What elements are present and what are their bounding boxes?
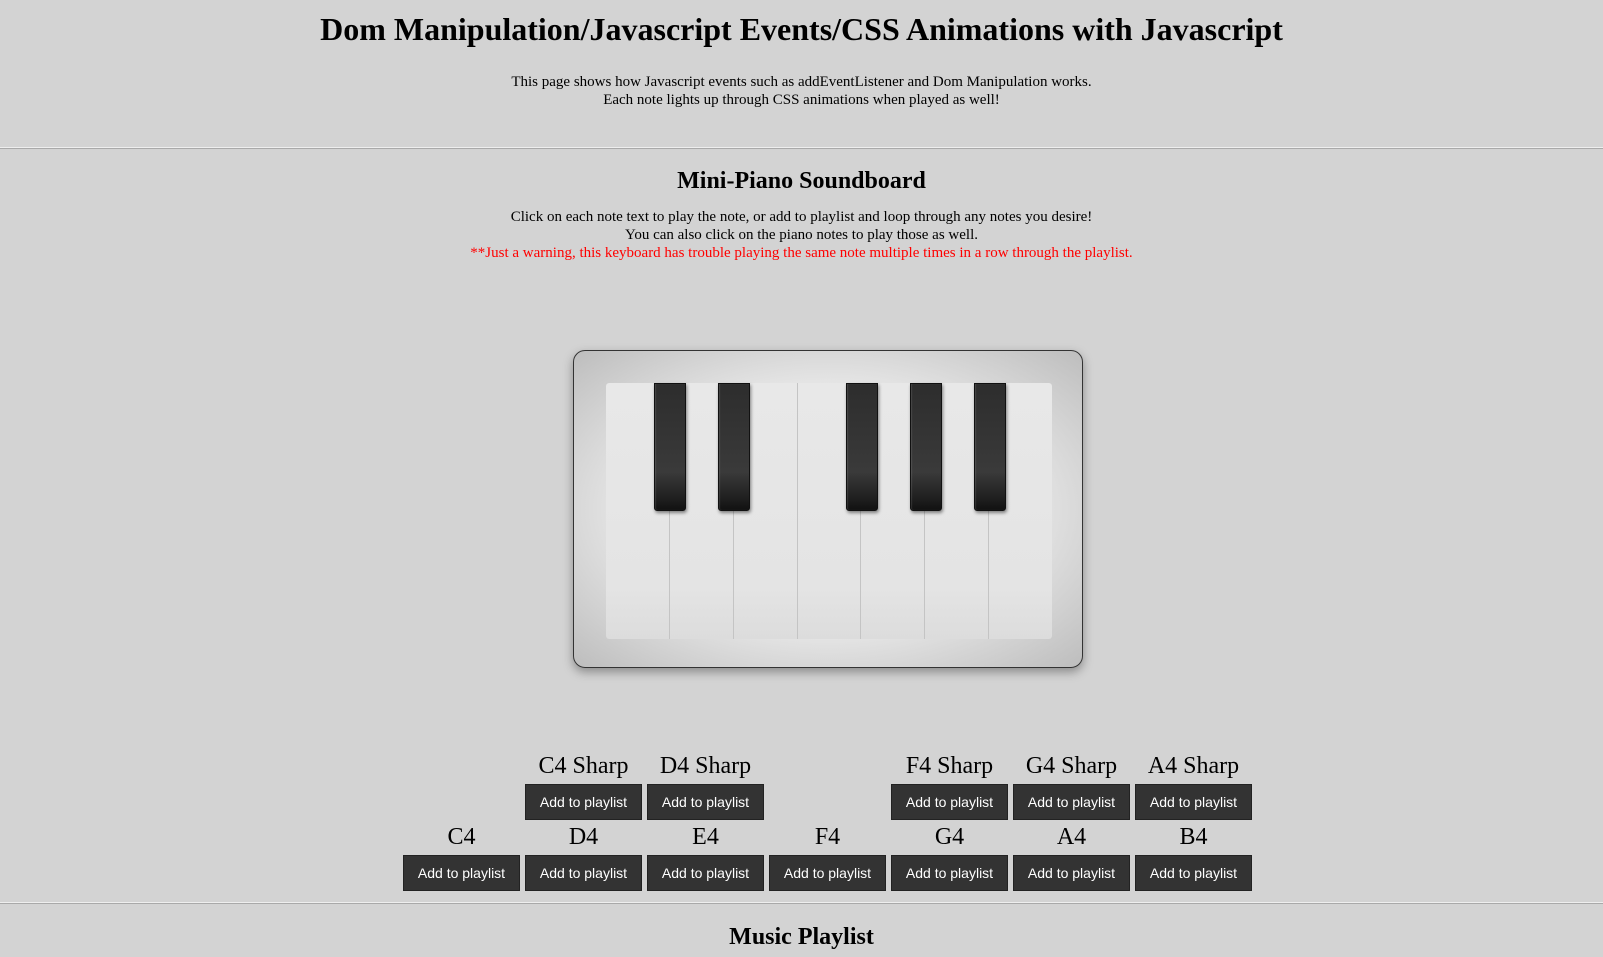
note-label-c4-sharp[interactable]: C4 Sharp (525, 752, 642, 780)
piano-key-c4-sharp[interactable] (654, 383, 686, 511)
note-b4: B4 Add to playlist (1135, 823, 1252, 891)
note-label-g4[interactable]: G4 (891, 823, 1008, 851)
page-header: Dom Manipulation/Javascript Events/CSS A… (0, 0, 1603, 147)
note-d4: D4 Add to playlist (525, 823, 642, 891)
soundboard-title: Mini-Piano Soundboard (677, 168, 926, 194)
add-to-playlist-d4-sharp-button[interactable]: Add to playlist (647, 784, 764, 820)
note-label-e4[interactable]: E4 (647, 823, 764, 851)
note-label-f4-sharp[interactable]: F4 Sharp (891, 752, 1008, 780)
description-line-1: This page shows how Javascript events su… (511, 74, 1092, 90)
note-a4-sharp: A4 Sharp Add to playlist (1135, 752, 1252, 820)
playlist-divider (0, 902, 1603, 904)
add-to-playlist-g4-sharp-button[interactable]: Add to playlist (1013, 784, 1130, 820)
piano-key-g4-sharp[interactable] (910, 383, 942, 511)
note-label-b4[interactable]: B4 (1135, 823, 1252, 851)
add-to-playlist-c4-sharp-button[interactable]: Add to playlist (525, 784, 642, 820)
note-f4-sharp: F4 Sharp Add to playlist (891, 752, 1008, 820)
add-to-playlist-a4-button[interactable]: Add to playlist (1013, 855, 1130, 891)
note-d4-sharp: D4 Sharp Add to playlist (647, 752, 764, 820)
note-label-d4[interactable]: D4 (525, 823, 642, 851)
note-a4: A4 Add to playlist (1013, 823, 1130, 891)
warning-text: **Just a warning, this keyboard has trou… (470, 245, 1133, 261)
note-label-c4[interactable]: C4 (403, 823, 520, 851)
instruction-line-2: You can also click on the piano notes to… (625, 227, 978, 243)
add-to-playlist-a4-sharp-button[interactable]: Add to playlist (1135, 784, 1252, 820)
page-title: Dom Manipulation/Javascript Events/CSS A… (320, 11, 1283, 47)
description-line-2: Each note lights up through CSS animatio… (603, 92, 1000, 108)
add-to-playlist-c4-button[interactable]: Add to playlist (403, 855, 520, 891)
add-to-playlist-b4-button[interactable]: Add to playlist (1135, 855, 1252, 891)
piano-key-d4-sharp[interactable] (718, 383, 750, 511)
playlist-title: Music Playlist (729, 924, 874, 950)
note-c4-sharp: C4 Sharp Add to playlist (525, 752, 642, 820)
piano-key-f4-sharp[interactable] (846, 383, 878, 511)
add-to-playlist-f4-button[interactable]: Add to playlist (769, 855, 886, 891)
piano-keyboard (573, 350, 1083, 668)
page-description: This page shows how Javascript events su… (0, 73, 1603, 109)
add-to-playlist-g4-button[interactable]: Add to playlist (891, 855, 1008, 891)
add-to-playlist-f4-sharp-button[interactable]: Add to playlist (891, 784, 1008, 820)
add-to-playlist-e4-button[interactable]: Add to playlist (647, 855, 764, 891)
note-g4: G4 Add to playlist (891, 823, 1008, 891)
note-label-d4-sharp[interactable]: D4 Sharp (647, 752, 764, 780)
instruction-line-1: Click on each note text to play the note… (510, 209, 1093, 225)
note-g4-sharp: G4 Sharp Add to playlist (1013, 752, 1130, 820)
note-e4: E4 Add to playlist (647, 823, 764, 891)
note-label-f4[interactable]: F4 (769, 823, 886, 851)
note-label-g4-sharp[interactable]: G4 Sharp (1013, 752, 1130, 780)
note-f4: F4 Add to playlist (769, 823, 886, 891)
note-label-a4-sharp[interactable]: A4 Sharp (1135, 752, 1252, 780)
piano-key-a4-sharp[interactable] (974, 383, 1006, 511)
soundboard-instructions: Click on each note text to play the note… (0, 208, 1603, 262)
note-c4: C4 Add to playlist (403, 823, 520, 891)
note-label-a4[interactable]: A4 (1013, 823, 1130, 851)
add-to-playlist-d4-button[interactable]: Add to playlist (525, 855, 642, 891)
